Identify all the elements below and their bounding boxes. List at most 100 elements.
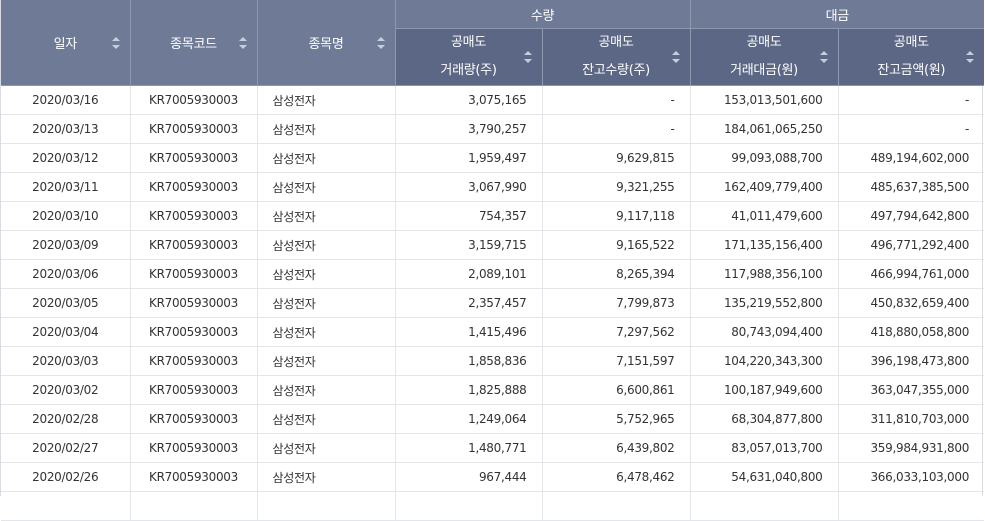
group-header-amount: 대금 <box>690 0 985 29</box>
sort-icon[interactable] <box>819 51 828 63</box>
table-row: 2020/03/10 KR7005930003 삼성전자 754,357 9,117,1… <box>1 201 985 231</box>
cell-date: 2020/03/04 <box>1 317 131 347</box>
cell-short-trade-amount: 54,631,040,800 <box>690 462 839 492</box>
cell-short-trade-amount: 135,219,552,800 <box>690 288 839 318</box>
sort-icon[interactable] <box>238 36 247 49</box>
cell-stock-name: 삼성전자 <box>257 230 396 260</box>
table-header: 일자 종목코드 종목명 수량 대금 공매도 거래량(주) 공매도 잔고수량(주)… <box>1 0 985 86</box>
col-header-line2: 거래량(주) <box>440 63 497 78</box>
cell-date: 2020/03/09 <box>1 230 131 260</box>
cell-short-trade-amount: 99,093,088,700 <box>690 143 839 173</box>
cell-short-trade-amount: 83,057,013,700 <box>690 433 839 463</box>
cell-stock-name: 삼성전자 <box>257 259 396 289</box>
cell-short-balance-amount: 418,880,058,800 <box>838 317 985 347</box>
cell-short-balance-amount: 363,047,355,000 <box>838 375 985 405</box>
table-body: 2020/03/16 KR7005930003 삼성전자 3,075,165-153,… <box>1 85 985 521</box>
cell-stock-code: KR7005930003 <box>130 259 258 289</box>
cell-short-balance-amount: 311,810,703,000 <box>838 404 985 434</box>
col-header-short-trade-volume[interactable]: 공매도 거래량(주) <box>395 28 543 86</box>
cell-short-trade-volume: 3,075,165 <box>395 85 543 115</box>
cell-stock-code: KR7005930003 <box>130 201 258 231</box>
group-header-quantity-label: 수량 <box>530 8 555 24</box>
cell-stock-code: KR7005930003 <box>130 172 258 202</box>
cell-short-balance-amount: 497,794,642,800 <box>838 201 985 231</box>
cell-short-trade-amount: 41,011,479,600 <box>690 201 839 231</box>
cell-short-trade-volume: 1,959,497 <box>395 143 543 173</box>
cell-short-trade-amount: 100,187,949,600 <box>690 375 839 405</box>
cell-date: 2020/02/26 <box>1 462 131 492</box>
col-header-short-balance-amount[interactable]: 공매도 잔고금액(원) <box>838 28 985 86</box>
sort-icon[interactable] <box>671 51 680 63</box>
cell-stock-name: 삼성전자 <box>257 143 396 173</box>
col-header-line1: 공매도 <box>451 35 486 50</box>
cell-short-trade-volume: 754,357 <box>395 201 543 231</box>
cell-stock-code: KR7005930003 <box>130 317 258 347</box>
col-header-short-balance-qty[interactable]: 공매도 잔고수량(주) <box>542 28 691 86</box>
cell-short-balance-amount: - <box>838 85 985 115</box>
cell-date: 2020/02/27 <box>1 433 131 463</box>
cell-short-trade-volume: 1,415,496 <box>395 317 543 347</box>
sort-icon[interactable] <box>376 36 385 49</box>
cell-short-balance-qty: 6,439,802 <box>542 433 691 463</box>
cell-stock-name: 삼성전자 <box>257 375 396 405</box>
cell-stock-name: 삼성전자 <box>257 433 396 463</box>
cell-short-balance-qty: 7,297,562 <box>542 317 691 347</box>
table-row: 2020/03/12 KR7005930003 삼성전자 1,959,497 9,629… <box>1 143 985 173</box>
cell-short-balance-amount: 450,832,659,400 <box>838 288 985 318</box>
cell-stock-name: 삼성전자 <box>257 114 396 144</box>
cell-date: 2020/03/10 <box>1 201 131 231</box>
table-row: 2020/03/16 KR7005930003 삼성전자 3,075,165-153,… <box>1 85 985 115</box>
table-row: 2020/03/11 KR7005930003 삼성전자 3,067,990 9,321… <box>1 172 985 202</box>
cell-short-trade-amount: 184,061,065,250 <box>690 114 839 144</box>
col-header-name[interactable]: 종목명 <box>257 0 396 86</box>
cell-stock-code: KR7005930003 <box>130 462 258 492</box>
cell-short-trade-amount: 171,135,156,400 <box>690 230 839 260</box>
cell-short-trade-amount: 104,220,343,300 <box>690 346 839 376</box>
col-header-line1: 공매도 <box>893 35 929 50</box>
cell-short-balance-amount: 485,637,385,500 <box>838 172 985 202</box>
col-header-name-label: 종목명 <box>308 37 344 52</box>
cell-short-balance-qty: 6,478,462 <box>542 462 691 492</box>
col-header-line1: 공매도 <box>598 35 634 50</box>
cell-stock-name: 삼성전자 <box>257 346 396 376</box>
col-header-date[interactable]: 일자 <box>1 0 131 86</box>
cell-stock-name: 삼성전자 <box>257 317 396 347</box>
cell-short-trade-volume: 1,858,836 <box>395 346 543 376</box>
col-header-short-trade-amount[interactable]: 공매도 거래대금(원) <box>690 28 839 86</box>
table-row: 2020/02/28 KR7005930003 삼성전자 1,249,064 5,752… <box>1 404 985 434</box>
table-row: 2020/03/04 KR7005930003 삼성전자 1,415,496 7,297… <box>1 317 985 347</box>
cell-stock-name: 삼성전자 <box>257 288 396 318</box>
cell-stock-code: KR7005930003 <box>130 288 258 318</box>
cell-short-trade-volume: 3,790,257 <box>395 114 543 144</box>
cell-short-balance-qty: 6,600,861 <box>542 375 691 405</box>
cell-stock-code: KR7005930003 <box>130 404 258 434</box>
cell-stock-code: KR7005930003 <box>130 85 258 115</box>
cell-short-balance-qty: 9,165,522 <box>542 230 691 260</box>
col-header-line2: 잔고금액(원) <box>877 63 946 78</box>
cell-short-balance-amount: 489,194,602,000 <box>838 143 985 173</box>
cell-stock-name: 삼성전자 <box>257 201 396 231</box>
cell-short-trade-volume: 1,480,771 <box>395 433 543 463</box>
col-header-line1: 공매도 <box>746 35 782 50</box>
cell-stock-name: 삼성전자 <box>257 172 396 202</box>
cell-short-trade-amount: 68,304,877,800 <box>690 404 839 434</box>
cell-date: 2020/03/02 <box>1 375 131 405</box>
short-selling-table: 일자 종목코드 종목명 수량 대금 공매도 거래량(주) 공매도 잔고수량(주)… <box>1 0 985 521</box>
sort-icon[interactable] <box>523 51 532 63</box>
cell-short-trade-volume: 3,067,990 <box>395 172 543 202</box>
cell-short-balance-amount: 359,984,931,800 <box>838 433 985 463</box>
cell-date: 2020/03/11 <box>1 172 131 202</box>
sort-icon[interactable] <box>966 51 975 63</box>
cell-stock-name: 삼성전자 <box>257 85 396 115</box>
cell-date: 2020/03/16 <box>1 85 131 115</box>
col-header-code[interactable]: 종목코드 <box>130 0 258 86</box>
cell-stock-code: KR7005930003 <box>130 114 258 144</box>
cell-short-trade-volume: 1,825,888 <box>395 375 543 405</box>
table-row: 2020/03/03 KR7005930003 삼성전자 1,858,836 7,151… <box>1 346 985 376</box>
cell-short-trade-volume: 1,249,064 <box>395 404 543 434</box>
sort-icon[interactable] <box>111 36 120 49</box>
col-header-date-label: 일자 <box>53 37 78 52</box>
cell-short-balance-qty: 9,321,255 <box>542 172 691 202</box>
cell-short-balance-amount: 466,994,761,000 <box>838 259 985 289</box>
table-row: 2020/03/09 KR7005930003 삼성전자 3,159,715 9,165… <box>1 230 985 260</box>
